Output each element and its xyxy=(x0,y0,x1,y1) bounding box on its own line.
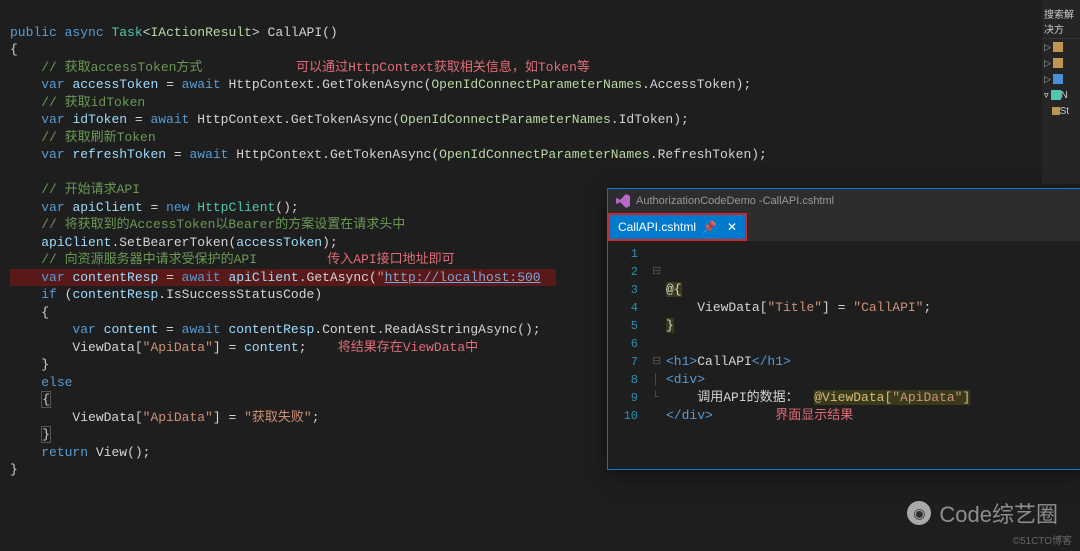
highlighted-line: var contentResp = await apiClient.GetAsy… xyxy=(10,269,556,287)
fold-column[interactable]: ⊟ ⊟│└ xyxy=(652,241,666,469)
annotation: 可以通过HttpContext获取相关信息，如Token等 xyxy=(296,60,590,75)
code-comment: // 获取idToken xyxy=(41,95,145,110)
peek-window[interactable]: AuthorizationCodeDemo - CallAPI.cshtml C… xyxy=(607,188,1080,470)
code-comment: // 获取accessToken方式 xyxy=(41,60,202,75)
code-comment: // 获取刷新Token xyxy=(41,130,155,145)
solution-search[interactable]: 搜索解决方 xyxy=(1042,4,1080,39)
keyword: public xyxy=(10,25,57,40)
peek-title-prefix: AuthorizationCodeDemo - xyxy=(636,195,763,207)
peek-tabs: CallAPI.cshtml 📌 ✕ xyxy=(608,213,1080,241)
solution-item[interactable]: ▷ xyxy=(1042,55,1080,71)
type: IActionResult xyxy=(150,25,251,40)
solution-item[interactable]: ▷ xyxy=(1042,39,1080,55)
close-icon[interactable]: ✕ xyxy=(727,220,737,234)
code-comment: // 开始请求API xyxy=(41,182,140,197)
url-link[interactable]: http://localhost:500 xyxy=(385,270,541,285)
code-comment: // 将获取到的AccessToken以Bearer的方案设置在请求头中 xyxy=(41,217,405,232)
solution-item[interactable]: St xyxy=(1042,103,1080,119)
annotation: 将结果存在ViewData中 xyxy=(338,340,478,355)
peek-title-file: CallAPI.cshtml xyxy=(763,195,835,207)
watermark-text: Code综艺圈 xyxy=(939,497,1058,529)
footer-credit: ©51CTO博客 xyxy=(1013,532,1072,547)
pin-icon[interactable]: 📌 xyxy=(702,220,717,234)
peek-code[interactable]: @{ ViewData["Title"] = "CallAPI"; } <h1>… xyxy=(666,241,970,469)
keyword: async xyxy=(65,25,104,40)
brace: { xyxy=(10,42,18,57)
solution-item[interactable]: ▿ N xyxy=(1042,87,1080,103)
wechat-icon: ◉ xyxy=(907,501,931,525)
code-comment: // 向资源服务器中请求受保护的API xyxy=(41,252,257,267)
annotation: 界面显示结果 xyxy=(775,408,853,423)
visual-studio-icon xyxy=(616,194,630,208)
line-gutter: 12345678910 xyxy=(608,241,652,469)
type: Task xyxy=(111,25,142,40)
tab-label: CallAPI.cshtml xyxy=(618,220,696,234)
solution-item[interactable]: ▷ xyxy=(1042,71,1080,87)
annotation: 传入API接口地址即可 xyxy=(327,252,454,267)
peek-title-bar[interactable]: AuthorizationCodeDemo - CallAPI.cshtml xyxy=(608,189,1080,213)
solution-explorer[interactable]: 搜索解决方 ▷ ▷ ▷ ▿ N St xyxy=(1042,0,1080,184)
method-name: CallAPI xyxy=(268,25,323,40)
tab-callapi-cshtml[interactable]: CallAPI.cshtml 📌 ✕ xyxy=(608,213,747,241)
watermark: ◉ Code综艺圈 xyxy=(907,497,1058,529)
